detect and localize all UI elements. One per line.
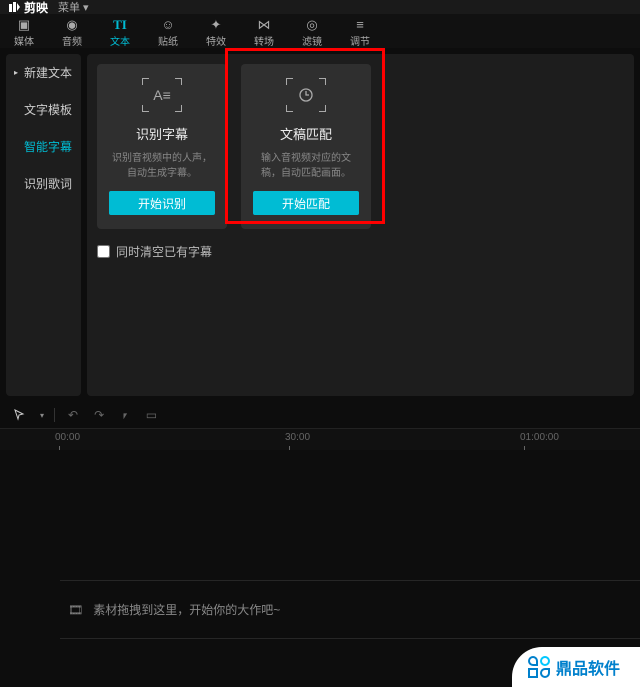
tab-label: 调节 (350, 33, 370, 48)
card-desc: 输入音视频对应的文稿，自动匹配画面。 (253, 151, 359, 181)
sidebar: ▸ 新建文本 文字模板 智能字幕 识别歌词 (6, 54, 81, 396)
tab-sticker[interactable]: ☺ 贴纸 (154, 18, 182, 48)
clear-subtitle-checkbox-row[interactable]: 同时清空已有字幕 (97, 243, 624, 260)
sidebar-item-smart-subtitle[interactable]: 智能字幕 (12, 136, 75, 157)
tab-transition[interactable]: ⋈ 转场 (250, 18, 278, 48)
watermark-logo-icon (528, 656, 550, 678)
undo-button[interactable]: ↶ (65, 408, 81, 422)
tab-label: 媒体 (14, 33, 34, 48)
sidebar-item-label: 识别歌词 (24, 175, 72, 192)
clock-brackets-icon (286, 78, 326, 112)
split-button[interactable]: ⎖ (117, 408, 133, 423)
start-match-button[interactable]: 开始匹配 (253, 191, 359, 215)
sidebar-item-text-template[interactable]: 文字模板 (12, 99, 75, 120)
effects-icon: ✦ (211, 18, 222, 32)
tab-filter[interactable]: ◎ 滤镜 (298, 18, 326, 48)
timeline-ruler[interactable]: 00:00 30:00 01:00:00 (0, 428, 640, 450)
transition-icon: ⋈ (258, 18, 271, 32)
title-bar: 剪映 菜单 ▾ (0, 0, 640, 14)
sidebar-item-label: 智能字幕 (24, 138, 72, 155)
tab-label: 特效 (206, 33, 226, 48)
film-icon: 🎞 (68, 603, 83, 617)
media-icon: ▣ (18, 18, 30, 32)
text-icon: TI (113, 18, 127, 32)
card-title: 文稿匹配 (280, 124, 332, 143)
tab-label: 滤镜 (302, 33, 322, 48)
top-tab-row: ▣ 媒体 ◉ 音频 TI 文本 ☺ 贴纸 ✦ 特效 ⋈ 转场 ◎ 滤镜 ≡ 调节 (0, 14, 640, 48)
sidebar-item-label: 文字模板 (24, 101, 72, 118)
card-script-match: 文稿匹配 输入音视频对应的文稿，自动匹配画面。 开始匹配 (241, 64, 371, 229)
text-brackets-icon: A≡ (142, 78, 182, 112)
main-panel: A≡ 识别字幕 识别音视频中的人声，自动生成字幕。 开始识别 文稿匹配 输入音视… (87, 54, 634, 396)
separator (54, 408, 55, 422)
redo-button[interactable]: ↷ (91, 408, 107, 422)
menu-dropdown[interactable]: 菜单 ▾ (58, 0, 89, 15)
sidebar-item-new-text[interactable]: ▸ 新建文本 (12, 62, 75, 83)
audio-icon: ◉ (66, 18, 77, 32)
sticker-icon: ☺ (161, 18, 174, 32)
menu-label: 菜单 (58, 0, 80, 15)
card-auto-subtitle: A≡ 识别字幕 识别音视频中的人声，自动生成字幕。 开始识别 (97, 64, 227, 229)
chevron-down-icon[interactable]: ▾ (40, 411, 44, 420)
filter-icon: ◎ (306, 18, 317, 32)
tab-label: 音频 (62, 33, 82, 48)
ruler-mark: 01:00:00 (520, 432, 559, 443)
tab-label: 文本 (110, 33, 130, 48)
app-logo-icon (8, 1, 20, 13)
tab-effects[interactable]: ✦ 特效 (202, 18, 230, 48)
video-track[interactable]: 🎞 素材拖拽到这里，开始你的大作吧~ (60, 580, 640, 639)
tab-text[interactable]: TI 文本 (106, 18, 134, 48)
card-title: 识别字幕 (136, 124, 188, 143)
pointer-tool[interactable] (10, 408, 30, 422)
tab-media[interactable]: ▣ 媒体 (10, 18, 38, 48)
tab-label: 贴纸 (158, 33, 178, 48)
timeline-toolbar: ▾ ↶ ↷ ⎖ ▭ (0, 402, 640, 428)
tab-audio[interactable]: ◉ 音频 (58, 18, 86, 48)
app-brand: 剪映 (8, 0, 48, 16)
app-name: 剪映 (24, 0, 48, 16)
delete-button[interactable]: ▭ (143, 408, 160, 422)
card-desc: 识别音视频中的人声，自动生成字幕。 (109, 151, 215, 181)
track-placeholder: 素材拖拽到这里，开始你的大作吧~ (93, 601, 280, 618)
sidebar-item-lyrics[interactable]: 识别歌词 (12, 173, 75, 194)
watermark: 鼎品软件 (512, 647, 640, 687)
ruler-mark: 00:00 (55, 432, 80, 443)
watermark-text: 鼎品软件 (556, 655, 620, 679)
chevron-down-icon: ▾ (83, 1, 89, 14)
checkbox-label: 同时清空已有字幕 (116, 243, 212, 260)
adjust-icon: ≡ (356, 18, 364, 32)
clear-subtitle-checkbox[interactable] (97, 245, 110, 258)
sidebar-item-label: 新建文本 (24, 64, 72, 81)
card-row: A≡ 识别字幕 识别音视频中的人声，自动生成字幕。 开始识别 文稿匹配 输入音视… (97, 64, 624, 229)
tab-adjust[interactable]: ≡ 调节 (346, 18, 374, 48)
tab-label: 转场 (254, 33, 274, 48)
content-area: ▸ 新建文本 文字模板 智能字幕 识别歌词 A≡ 识别字幕 识别音视频中的人声 (0, 48, 640, 402)
start-recognize-button[interactable]: 开始识别 (109, 191, 215, 215)
ruler-mark: 30:00 (285, 432, 310, 443)
chevron-right-icon: ▸ (14, 68, 22, 77)
